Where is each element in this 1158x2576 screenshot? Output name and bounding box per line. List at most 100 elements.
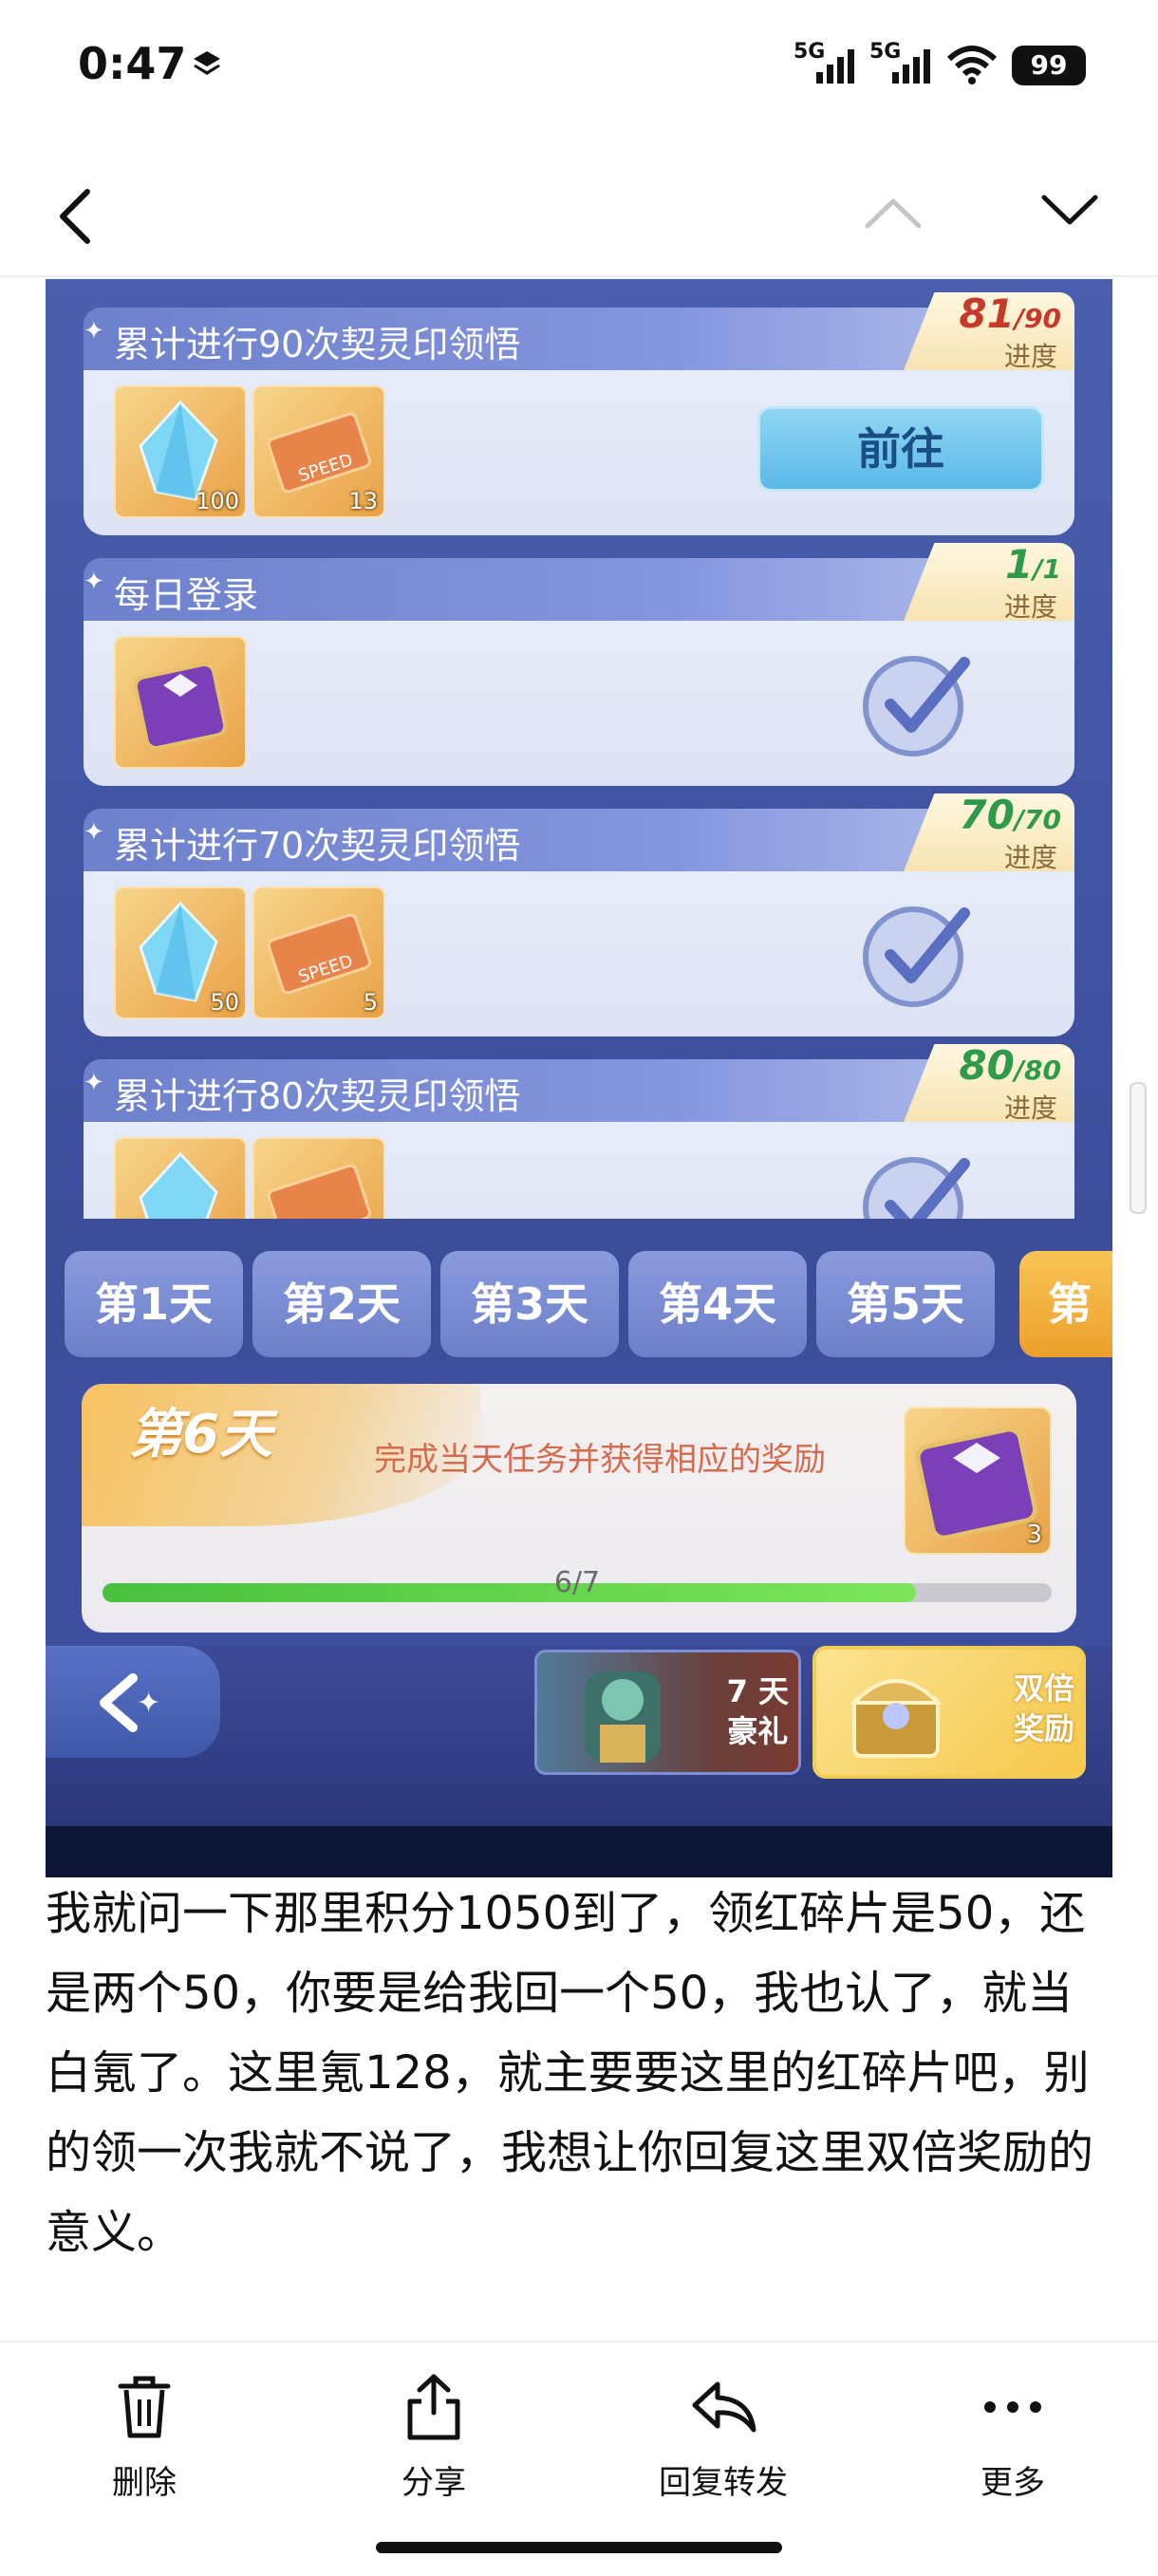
double-reward-button[interactable]: 双倍 奖励 [812,1646,1086,1779]
crystal-icon: 50 [114,887,247,1019]
gift-label: 7 天豪礼 [727,1671,789,1751]
back-arrow-icon: ✦ [100,1673,160,1732]
task-body: 100 SPEED 13 前往 [84,370,1074,535]
purple-chest-icon [114,636,247,769]
tab-day-6[interactable]: 第 [1019,1251,1112,1357]
wifi-icon [946,46,998,84]
progress-total: /80 [1014,1055,1061,1086]
reply-icon [692,2381,756,2433]
sparkle-icon: ✦ [84,1069,104,1097]
bottom-toolbar: 删除 分享 回复转发 更多 [0,2341,1158,2576]
double-line-1: 双倍 [1013,1671,1074,1707]
signal-icon-2 [892,49,930,84]
progress-total: /90 [1014,303,1061,334]
progress-value: 1/1 [1005,541,1061,588]
tab-day-4[interactable]: 第4天 [628,1251,807,1357]
double-line-2: 奖励 [1013,1710,1074,1746]
check-icon [863,656,970,756]
go-button[interactable]: 前往 [757,406,1044,492]
task-body [84,621,1074,786]
game-footer-strip [46,1826,1112,1877]
scroll-indicator[interactable] [1130,1082,1147,1214]
day-description: 完成当天任务并获得相应的奖励 [374,1441,826,1479]
day-progress-bar: 6/7 [103,1566,1052,1602]
check-icon [863,906,970,1007]
share-button[interactable]: 分享 [339,2371,529,2513]
share-icon [407,2374,460,2440]
signal-icon [816,49,854,84]
day-reward-card: 第6天 完成当天任务并获得相应的奖励 3 6/7 [82,1384,1076,1633]
tab-day-5[interactable]: 第5天 [816,1251,995,1357]
toolbar-label: 更多 [981,2464,1045,2502]
toolbar-label: 分享 [402,2464,466,2502]
reply-forward-button[interactable]: 回复转发 [628,2371,818,2513]
item-qty: 5 [363,989,378,1016]
task-body: 50 SPEED 5 [84,871,1074,1036]
chevron-up-icon[interactable] [860,190,926,237]
more-button[interactable]: 更多 [918,2371,1108,2513]
crystal-icon: 100 [114,385,247,518]
item-qty: 13 [348,488,378,514]
tab-day-1[interactable]: 第1天 [65,1251,243,1357]
task-card: ✦ 累计进行90次契灵印领悟 81/90 进度 100 SPEED 13 前往 [84,292,1074,535]
sparkle-icon: ✦ [84,568,104,596]
task-progress: 1/1 进度 [904,543,1074,621]
day-title: 第6天 [129,1404,272,1465]
speed-ticket-icon: SPEED 5 [252,887,385,1019]
progress-current: 81 [959,290,1015,337]
task-card: ✦ 每日登录 1/1 进度 [84,543,1074,786]
task-title: 每日登录 [114,574,259,616]
day-progress-text: 6/7 [553,1566,601,1599]
game-screenshot[interactable]: ✦ 累计进行90次契灵印领悟 81/90 进度 100 SPEED 13 前往 [46,279,1112,1877]
gift-line-1: 7 天 [726,1673,789,1709]
progress-label: 进度 [1003,591,1057,623]
status-time: 0:47 [78,38,187,89]
task-title: 累计进行90次契灵印领悟 [114,324,521,365]
home-indicator[interactable] [376,2542,782,2553]
post-body-text: 我就问一下那里积分1050到了，领红碎片是50，还是两个50，你要是给我回一个5… [46,1887,1094,2259]
layers-icon [194,51,220,75]
item-qty: 50 [210,989,239,1016]
svg-text:✦: ✦ [137,1687,160,1720]
progress-current: 70 [959,792,1015,838]
progress-value: 70/70 [959,792,1061,838]
progress-label: 进度 [1003,842,1057,873]
battery-indicator: 99 [1012,46,1086,85]
reward-qty: 3 [1026,1521,1042,1549]
delete-button[interactable]: 删除 [49,2371,239,2513]
mech-hero-icon [585,1671,661,1763]
gift-line-2: 豪礼 [727,1713,789,1749]
tab-day-2[interactable]: 第2天 [252,1251,431,1357]
progress-label: 进度 [1003,1092,1057,1124]
double-label: 双倍 奖励 [1014,1669,1074,1748]
more-icon [984,2401,1041,2413]
progress-current: 1 [1005,541,1034,588]
task-list: ✦ 累计进行90次契灵印领悟 81/90 进度 100 SPEED 13 前往 [46,279,1112,1287]
item-qty: 100 [196,488,239,514]
toolbar-label: 删除 [112,2464,177,2502]
progress-label: 进度 [1003,341,1057,372]
seven-day-gift-button[interactable]: 7 天豪礼 [534,1650,801,1775]
chevron-left-icon[interactable] [47,178,104,254]
nav-bar [0,152,1158,277]
progress-value: 80/80 [959,1042,1061,1089]
speed-ticket-icon: SPEED 13 [252,385,385,518]
chevron-down-icon[interactable] [1037,186,1103,233]
trash-icon [118,2376,171,2438]
task-card: ✦ 累计进行70次契灵印领悟 70/70 进度 50 SPEED 5 [84,793,1074,1036]
status-bar: 0:47 5G 5G 99 [0,0,1158,133]
purple-chest-icon[interactable]: 3 [904,1407,1052,1555]
treasure-chest-icon [850,1679,943,1758]
sparkle-icon: ✦ [84,818,104,847]
progress-value: 81/90 [959,290,1061,337]
progress-total: /70 [1014,804,1061,835]
task-title: 累计进行80次契灵印领悟 [114,1075,521,1117]
progress-current: 80 [959,1042,1015,1089]
sparkle-icon: ✦ [84,317,104,345]
tab-day-3[interactable]: 第3天 [440,1251,619,1357]
task-progress: 70/70 进度 [904,793,1074,871]
task-progress: 81/90 进度 [904,292,1074,370]
game-back-button[interactable]: ✦ [46,1646,220,1758]
task-progress: 80/80 进度 [904,1044,1074,1122]
progress-total: /1 [1033,553,1061,585]
